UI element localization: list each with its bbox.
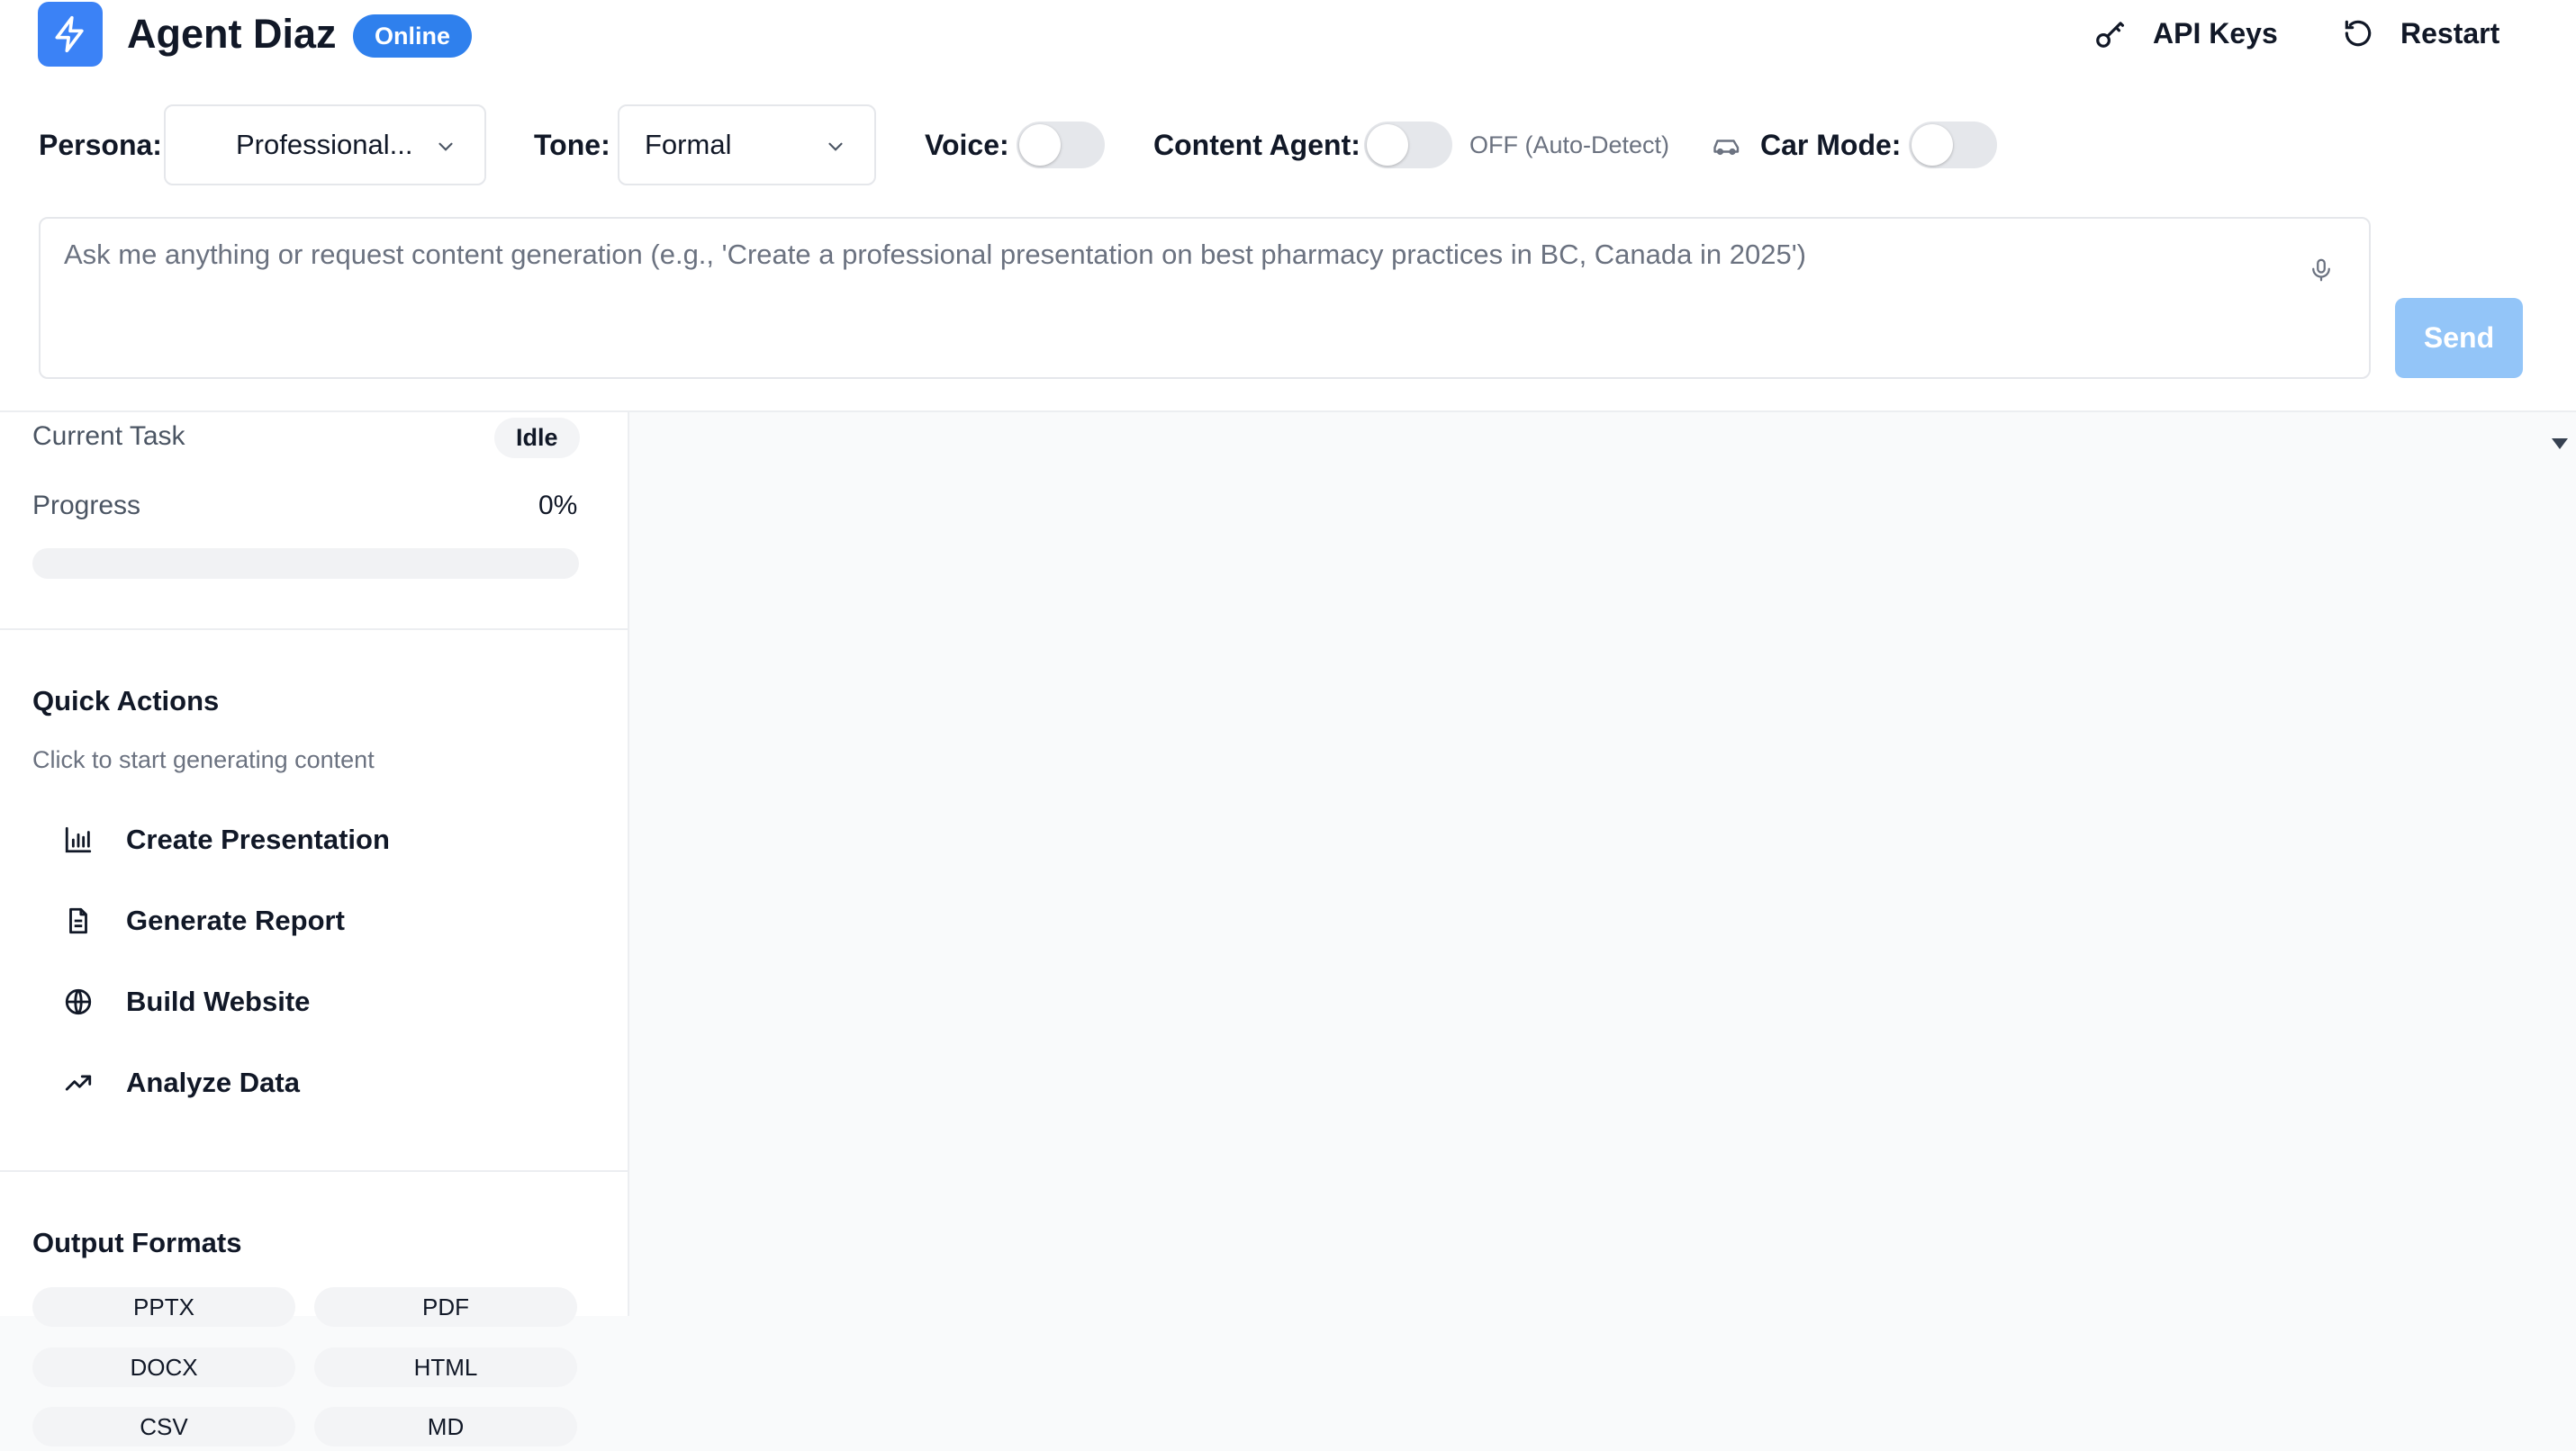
output-formats-title: Output Formats: [32, 1227, 242, 1258]
sidebar-divider: [628, 412, 629, 1316]
persona-value: Professional...: [236, 129, 413, 160]
format-docx[interactable]: DOCX: [32, 1347, 295, 1387]
car-icon: [1713, 140, 1740, 156]
prompt-box: [39, 217, 2371, 379]
toggle-knob: [1912, 124, 1953, 166]
tone-value: Formal: [645, 129, 732, 160]
scroll-down-icon[interactable]: [2550, 436, 2570, 452]
app-title: Agent Diaz: [127, 11, 337, 57]
api-keys-label: API Keys: [2153, 16, 2278, 50]
main-content-area: [628, 412, 2576, 1451]
document-icon: [69, 907, 87, 934]
restart-icon: [2345, 20, 2372, 47]
tone-select[interactable]: Formal: [618, 104, 876, 185]
section-divider: [0, 1170, 628, 1172]
content-agent-label: Content Agent:: [1153, 129, 1360, 161]
bar-chart-icon: [65, 826, 92, 853]
quick-action-build-website[interactable]: Build Website: [63, 986, 310, 1018]
toggle-knob: [1367, 124, 1408, 166]
quick-action-analyze-data[interactable]: Analyze Data: [63, 1067, 300, 1099]
app-logo: [38, 2, 103, 67]
quick-actions-subtitle: Click to start generating content: [32, 746, 375, 773]
section-divider: [0, 628, 628, 630]
tone-label: Tone:: [534, 129, 610, 161]
restart-label: Restart: [2400, 16, 2500, 50]
format-md[interactable]: MD: [314, 1407, 577, 1446]
chevron-down-icon: [438, 142, 453, 151]
trending-up-icon: [65, 1075, 92, 1091]
status-badge: Online: [353, 14, 473, 58]
format-html[interactable]: HTML: [314, 1347, 577, 1387]
lightning-bolt-icon: [55, 15, 84, 53]
quick-action-create-presentation[interactable]: Create Presentation: [63, 824, 390, 856]
key-icon: [2096, 22, 2125, 48]
quick-action-label: Build Website: [126, 986, 311, 1017]
voice-toggle[interactable]: [1017, 122, 1105, 168]
format-csv[interactable]: CSV: [32, 1407, 295, 1446]
prompt-input[interactable]: [64, 239, 2288, 356]
api-keys-button[interactable]: API Keys: [2093, 16, 2278, 50]
restart-button[interactable]: Restart: [2341, 16, 2499, 50]
format-pdf[interactable]: PDF: [314, 1287, 577, 1327]
progress-value: 0%: [538, 491, 578, 520]
progress-label: Progress: [32, 491, 141, 520]
persona-label: Persona:: [39, 129, 162, 161]
car-mode-toggle[interactable]: [1909, 122, 1997, 168]
quick-action-generate-report[interactable]: Generate Report: [63, 905, 345, 937]
globe-icon: [65, 988, 92, 1015]
current-task-badge: Idle: [494, 418, 580, 458]
current-task-label: Current Task: [32, 421, 185, 451]
send-button[interactable]: Send: [2395, 298, 2523, 378]
persona-select[interactable]: Professional...: [164, 104, 486, 185]
toggle-knob: [1019, 124, 1061, 166]
quick-action-label: Generate Report: [126, 905, 345, 936]
quick-action-label: Create Presentation: [126, 824, 390, 855]
quick-actions-title: Quick Actions: [32, 685, 220, 716]
content-agent-toggle[interactable]: [1364, 122, 1452, 168]
format-pptx[interactable]: PPTX: [32, 1287, 295, 1327]
car-mode-label: Car Mode:: [1760, 129, 1902, 161]
microphone-icon[interactable]: [2308, 255, 2335, 285]
chevron-down-icon: [828, 142, 843, 151]
content-agent-status: OFF (Auto-Detect): [1469, 131, 1670, 158]
quick-action-label: Analyze Data: [126, 1067, 300, 1098]
voice-label: Voice:: [925, 129, 1009, 161]
progress-bar: [32, 548, 579, 579]
